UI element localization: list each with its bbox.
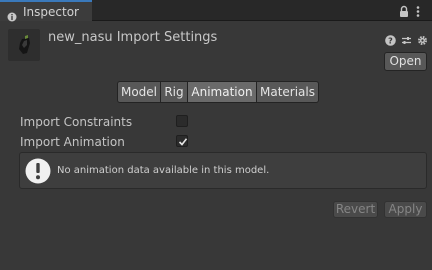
- asset-thumbnail: [8, 29, 40, 61]
- lock-icon[interactable]: [398, 3, 410, 17]
- svg-text:?: ?: [388, 37, 393, 46]
- apply-button[interactable]: Apply: [384, 201, 427, 218]
- revert-button[interactable]: Revert: [333, 201, 378, 218]
- page-title: new_nasu Import Settings: [48, 30, 218, 45]
- helpbox-message: No animation data available in this mode…: [57, 165, 270, 176]
- import-constraints-checkbox[interactable]: [176, 115, 188, 127]
- more-options-icon[interactable]: [416, 3, 428, 17]
- warning-icon: [25, 158, 51, 184]
- checkmark-icon: [178, 138, 188, 146]
- import-tabs: Model Rig Animation Materials: [117, 81, 319, 103]
- editor-tab-bar: Inspector: [0, 0, 432, 21]
- tab-rig[interactable]: Rig: [160, 81, 188, 103]
- import-settings-header: new_nasu Import Settings ? Open: [0, 22, 432, 72]
- info-helpbox: No animation data available in this mode…: [19, 152, 427, 189]
- tab-animation[interactable]: Animation: [187, 81, 257, 103]
- help-icon[interactable]: ?: [385, 31, 396, 50]
- open-button[interactable]: Open: [384, 52, 427, 71]
- import-animation-checkbox[interactable]: [176, 135, 188, 147]
- tab-model[interactable]: Model: [117, 81, 161, 103]
- tab-materials[interactable]: Materials: [256, 81, 319, 103]
- gear-icon[interactable]: [417, 31, 428, 50]
- preset-sliders-icon[interactable]: [401, 31, 412, 50]
- tab-title: Inspector: [23, 4, 79, 19]
- info-icon: [7, 7, 17, 21]
- import-constraints-label: Import Constraints: [20, 115, 133, 129]
- import-animation-label: Import Animation: [20, 135, 125, 149]
- inspector-tab[interactable]: Inspector: [0, 0, 92, 21]
